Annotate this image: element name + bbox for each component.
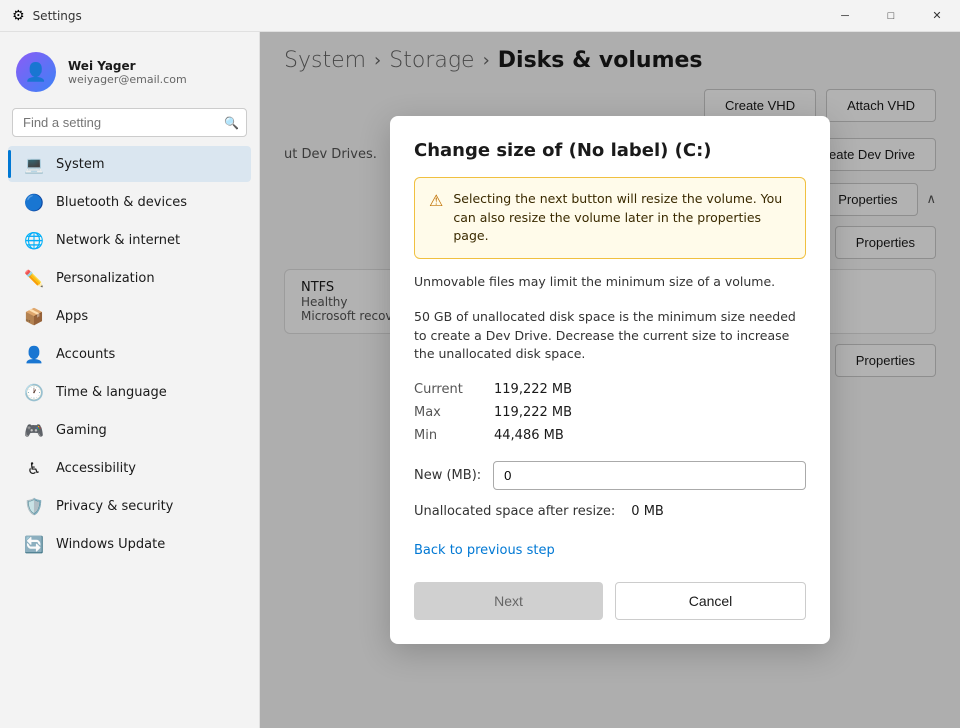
warning-text: Selecting the next button will resize th… — [453, 190, 791, 246]
cancel-button[interactable]: Cancel — [615, 582, 806, 620]
sidebar-item-windows-update[interactable]: 🔄 Windows Update — [8, 526, 251, 562]
dialog-buttons: Next Cancel — [414, 582, 806, 620]
user-email: weiyager@email.com — [68, 73, 187, 86]
sidebar-label-time: Time & language — [56, 385, 167, 400]
settings-icon: ⚙ — [12, 8, 25, 24]
sidebar-item-network[interactable]: 🌐 Network & internet — [8, 222, 251, 258]
sidebar-item-time[interactable]: 🕐 Time & language — [8, 374, 251, 410]
sidebar-item-privacy[interactable]: 🛡️ Privacy & security — [8, 488, 251, 524]
current-value: 119,222 MB — [494, 380, 806, 399]
sidebar-item-gaming[interactable]: 🎮 Gaming — [8, 412, 251, 448]
titlebar: ⚙ Settings ─ □ ✕ — [0, 0, 960, 32]
system-icon: 💻 — [24, 154, 44, 174]
sidebar-label-accounts: Accounts — [56, 347, 115, 362]
windows-update-icon: 🔄 — [24, 534, 44, 554]
titlebar-title: Settings — [33, 9, 82, 23]
minimize-button[interactable]: ─ — [822, 0, 868, 32]
current-label: Current — [414, 380, 494, 399]
sidebar-item-bluetooth[interactable]: 🔵 Bluetooth & devices — [8, 184, 251, 220]
sidebar-item-accessibility[interactable]: ♿ Accessibility — [8, 450, 251, 486]
close-button[interactable]: ✕ — [914, 0, 960, 32]
sidebar-item-accounts[interactable]: 👤 Accounts — [8, 336, 251, 372]
titlebar-left: ⚙ Settings — [12, 8, 82, 24]
warning-icon: ⚠ — [429, 191, 443, 210]
sidebar-label-personalization: Personalization — [56, 271, 155, 286]
user-profile: 👤 Wei Yager weiyager@email.com — [0, 44, 259, 108]
user-name: Wei Yager — [68, 59, 187, 73]
min-label: Min — [414, 426, 494, 445]
app-container: 👤 Wei Yager weiyager@email.com 🔍 💻 Syste… — [0, 32, 960, 728]
new-mb-label: New (MB): — [414, 468, 481, 483]
personalization-icon: ✏️ — [24, 268, 44, 288]
user-info: Wei Yager weiyager@email.com — [68, 59, 187, 86]
unallocated-value: 0 MB — [631, 504, 664, 519]
apps-icon: 📦 — [24, 306, 44, 326]
sidebar-label-network: Network & internet — [56, 233, 180, 248]
sidebar-label-gaming: Gaming — [56, 423, 107, 438]
network-icon: 🌐 — [24, 230, 44, 250]
sidebar-item-apps[interactable]: 📦 Apps — [8, 298, 251, 334]
back-link[interactable]: Back to previous step — [414, 543, 555, 558]
gaming-icon: 🎮 — [24, 420, 44, 440]
sidebar-label-privacy: Privacy & security — [56, 499, 173, 514]
titlebar-controls: ─ □ ✕ — [822, 0, 960, 32]
unallocated-label: Unallocated space after resize: — [414, 504, 615, 519]
accounts-icon: 👤 — [24, 344, 44, 364]
sidebar: 👤 Wei Yager weiyager@email.com 🔍 💻 Syste… — [0, 32, 260, 728]
avatar: 👤 — [16, 52, 56, 92]
max-value: 119,222 MB — [494, 403, 806, 422]
modal-overlay: Change size of (No label) (C:) ⚠ Selecti… — [260, 32, 960, 728]
sidebar-label-windows-update: Windows Update — [56, 537, 165, 552]
sidebar-label-apps: Apps — [56, 309, 88, 324]
dev-drive-info: 50 GB of unallocated disk space is the m… — [414, 308, 806, 364]
search-icon: 🔍 — [224, 116, 239, 130]
max-label: Max — [414, 403, 494, 422]
unallocated-row: Unallocated space after resize: 0 MB — [414, 504, 806, 519]
new-mb-row: New (MB): — [414, 461, 806, 490]
next-button[interactable]: Next — [414, 582, 603, 620]
bluetooth-icon: 🔵 — [24, 192, 44, 212]
size-table: Current 119,222 MB Max 119,222 MB Min 44… — [414, 380, 806, 445]
dialog-title: Change size of (No label) (C:) — [414, 140, 806, 161]
warning-banner: ⚠ Selecting the next button will resize … — [414, 177, 806, 259]
sidebar-search-container: 🔍 — [12, 108, 247, 137]
sidebar-label-system: System — [56, 157, 104, 172]
main-content: System › Storage › Disks & volumes Creat… — [260, 32, 960, 728]
search-input[interactable] — [12, 108, 247, 137]
dialog: Change size of (No label) (C:) ⚠ Selecti… — [390, 116, 830, 644]
privacy-icon: 🛡️ — [24, 496, 44, 516]
sidebar-item-personalization[interactable]: ✏️ Personalization — [8, 260, 251, 296]
unmovable-info: Unmovable files may limit the minimum si… — [414, 273, 806, 292]
min-value: 44,486 MB — [494, 426, 806, 445]
sidebar-label-bluetooth: Bluetooth & devices — [56, 195, 187, 210]
sidebar-label-accessibility: Accessibility — [56, 461, 136, 476]
accessibility-icon: ♿ — [24, 458, 44, 478]
time-icon: 🕐 — [24, 382, 44, 402]
sidebar-item-system[interactable]: 💻 System — [8, 146, 251, 182]
new-mb-input[interactable] — [493, 461, 806, 490]
maximize-button[interactable]: □ — [868, 0, 914, 32]
